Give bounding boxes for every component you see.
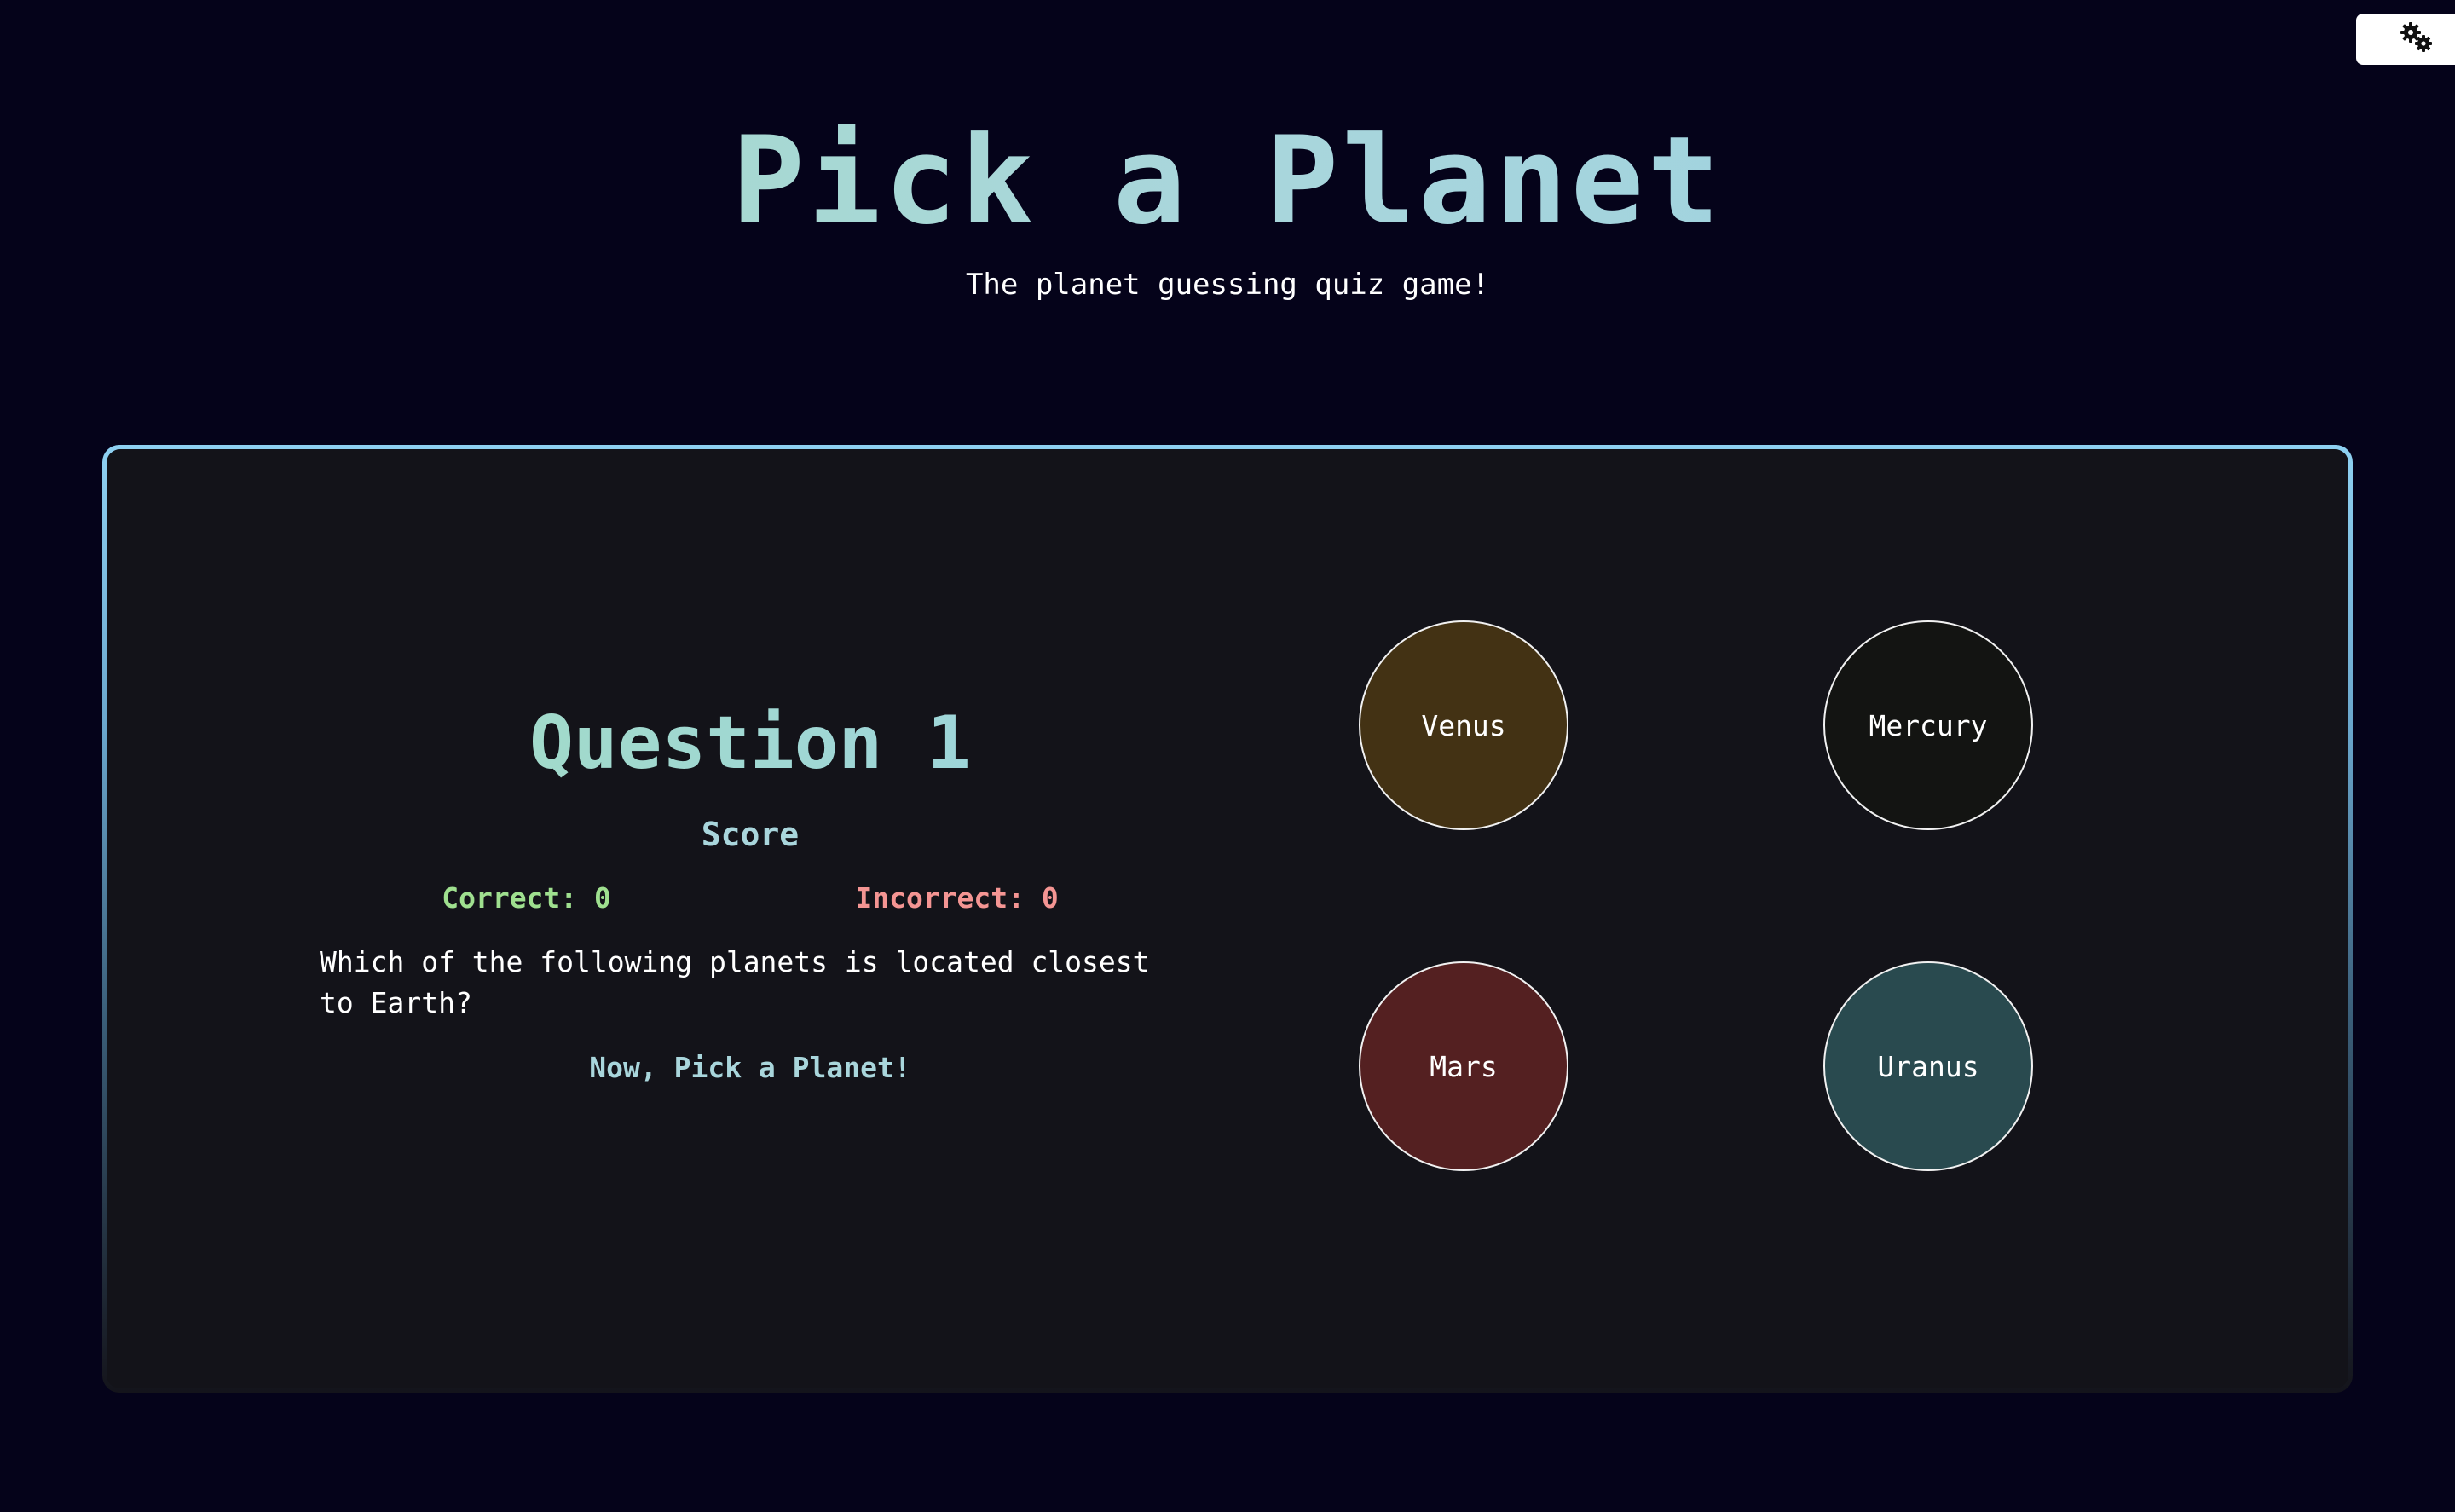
planet-label: Venus (1421, 708, 1506, 742)
score-row: Correct: 0 Incorrect: 0 (320, 880, 1181, 916)
quiz-panel-body: Question 1 Score Correct: 0 Incorrect: 0… (107, 449, 2348, 1388)
page-subtitle: The planet guessing quiz game! (965, 268, 1490, 302)
planet-label: Uranus (1877, 1049, 1979, 1083)
planet-label: Mercury (1869, 708, 1988, 742)
planet-option-venus[interactable]: Venus (1359, 620, 1568, 830)
page-title: Pick a Planet (0, 109, 2455, 254)
incorrect-count: Incorrect: 0 (855, 881, 1059, 915)
question-text: Which of the following planets is locate… (320, 945, 1150, 1019)
page-header: Pick a Planet The planet guessing quiz g… (0, 109, 2455, 303)
planet-option-mercury[interactable]: Mercury (1823, 620, 2033, 830)
question-title: Question 1 (320, 696, 1181, 790)
pick-prompt: Now, Pick a Planet! (589, 1051, 911, 1084)
quiz-panel: Question 1 Score Correct: 0 Incorrect: 0… (102, 445, 2353, 1393)
planet-option-uranus[interactable]: Uranus (1823, 961, 2033, 1171)
correct-count: Correct: 0 (442, 881, 611, 915)
score-heading: Score (701, 816, 800, 853)
planet-option-mars[interactable]: Mars (1359, 961, 1568, 1171)
planet-label: Mars (1430, 1049, 1498, 1083)
gears-icon (2398, 20, 2435, 58)
question-section: Question 1 Score Correct: 0 Incorrect: 0… (320, 696, 1181, 1087)
settings-button[interactable] (2356, 14, 2455, 65)
